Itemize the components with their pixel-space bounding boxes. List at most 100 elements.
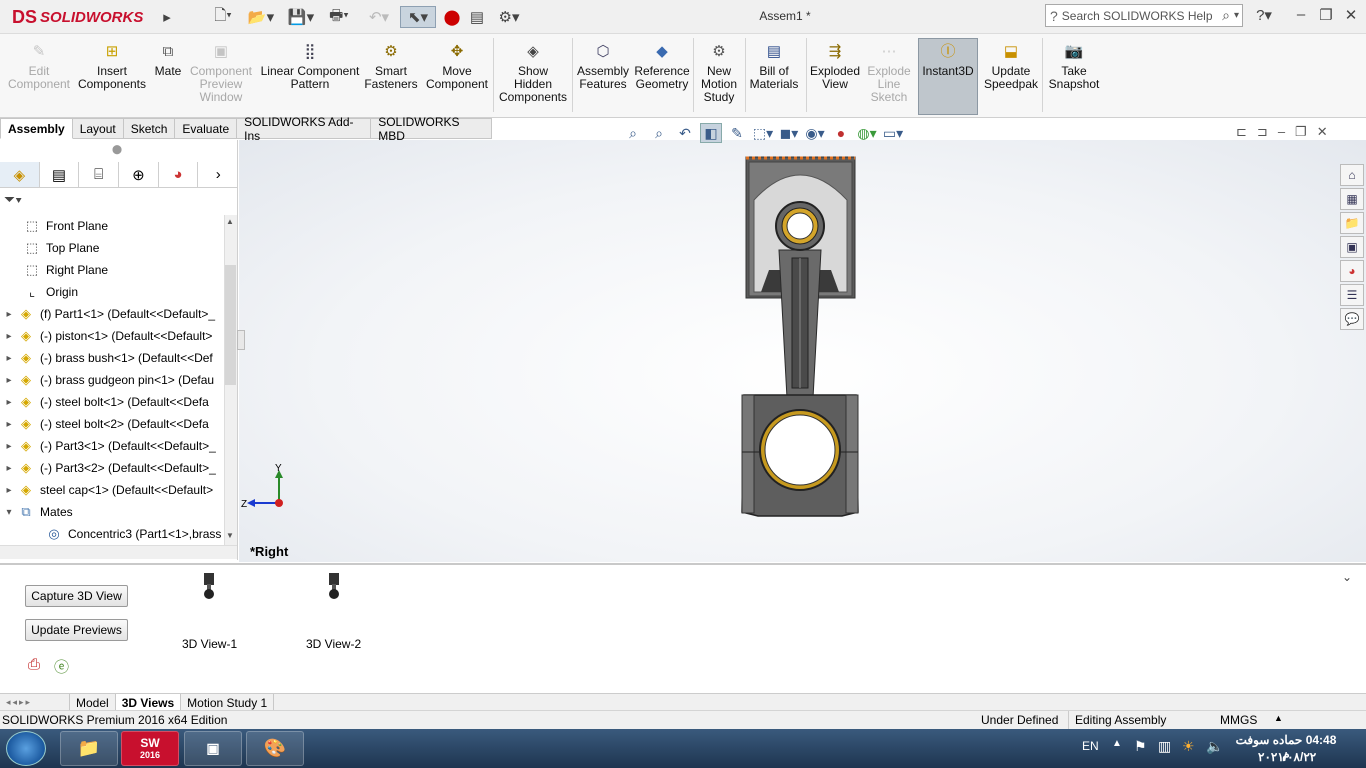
- publish-pdf-icon[interactable]: ⎙: [28, 656, 40, 673]
- 3d-view-1-label[interactable]: 3D View-1: [182, 637, 237, 651]
- tab-scroll-arrows-icon[interactable]: ◂◂▸▸: [0, 694, 70, 711]
- brightness-icon[interactable]: ☀: [1182, 738, 1195, 755]
- restore-button[interactable]: ❐: [1315, 6, 1337, 26]
- select-pointer-icon[interactable]: ⬉▾: [400, 6, 436, 28]
- expand-arrow-icon[interactable]: ▸: [2, 353, 16, 364]
- collapse-panel-icon[interactable]: ⌄: [1342, 570, 1352, 584]
- menu-arrow-icon[interactable]: ▸: [160, 6, 174, 28]
- tab-addins[interactable]: SOLIDWORKS Add-Ins: [237, 115, 372, 143]
- expand-arrow-icon[interactable]: ▸: [2, 485, 16, 496]
- view-settings-icon[interactable]: ▭▾: [882, 123, 904, 143]
- tree-item[interactable]: ▾ ⧉ Mates: [0, 501, 224, 523]
- connecting-rod-part[interactable]: [775, 201, 825, 399]
- tree-item[interactable]: ▸ ◈ (-) brass gudgeon pin<1> (Defau: [0, 369, 224, 391]
- expand-arrow-icon[interactable]: ▸: [2, 463, 16, 474]
- insert-components-button[interactable]: ⊞ Insert Components: [76, 40, 148, 91]
- solidworks-taskbar-icon[interactable]: SW 2016: [121, 731, 179, 766]
- linearcomponent-pattern-button[interactable]: ⣿ Linear Component Pattern: [258, 40, 362, 91]
- expand-arrow-icon[interactable]: ▸: [2, 375, 16, 386]
- zoom-to-fit-icon[interactable]: ⌕: [622, 123, 644, 143]
- expand-arrow-icon[interactable]: ▸: [2, 419, 16, 430]
- help-search-box[interactable]: ? Search SOLIDWORKS Help ⌕ ▾: [1045, 4, 1243, 27]
- tree-item[interactable]: ⬚ Top Plane: [0, 237, 224, 259]
- publish-edrawings-icon[interactable]: ⓔ: [54, 656, 69, 677]
- update-speedpak-button[interactable]: ⬓ Update Speedpak: [982, 40, 1040, 91]
- solidworks-logo[interactable]: DS SOLIDWORKS: [12, 4, 152, 30]
- clock-date[interactable]: ٢٠٢١/٠٨/٢٢: [1258, 750, 1316, 764]
- mate-button[interactable]: ⧉ Mate: [150, 40, 186, 78]
- tab-motion-study-1[interactable]: Motion Study 1: [181, 694, 275, 711]
- scroll-up-icon[interactable]: ▲: [226, 217, 234, 226]
- tree-item[interactable]: ▸ ◈ (-) piston<1> (Default<<Default>: [0, 325, 224, 347]
- explorer-taskbar-icon[interactable]: 📁: [60, 731, 118, 766]
- tree-item[interactable]: ▸ ◈ (-) steel bolt<1> (Default<<Defa: [0, 391, 224, 413]
- tab-sketch[interactable]: Sketch: [123, 118, 176, 139]
- expand-arrow-icon[interactable]: ▾: [2, 507, 16, 518]
- viewport-restore-button[interactable]: ❐: [1295, 124, 1307, 144]
- take-snapshot-button[interactable]: 📷 Take Snapshot: [1046, 40, 1102, 91]
- tree-item[interactable]: ▸ ◈ steel cap<1> (Default<<Default>: [0, 479, 224, 501]
- unit-system-selector[interactable]: MMGS: [1220, 713, 1257, 727]
- tree-item[interactable]: ⬚ Right Plane: [0, 259, 224, 281]
- explode-line-sketch-button[interactable]: ⋯ Explode Line Sketch: [862, 40, 916, 104]
- view-palette-icon[interactable]: ▣: [1340, 236, 1364, 258]
- expand-arrow-icon[interactable]: ▸: [2, 331, 16, 342]
- paint-taskbar-icon[interactable]: 🎨: [246, 731, 304, 766]
- close-button[interactable]: ✕: [1340, 6, 1362, 26]
- windows-start-button[interactable]: [6, 731, 46, 766]
- tree-scroll-thumb[interactable]: [225, 265, 236, 385]
- tree-item[interactable]: ▸ ◈ (-) Part3<1> (Default<<Default>_: [0, 435, 224, 457]
- tab-3d-views[interactable]: 3D Views: [115, 694, 182, 711]
- viewport-minimize-button[interactable]: –: [1278, 124, 1285, 144]
- network-icon[interactable]: ▥: [1158, 738, 1171, 755]
- assembly-features-button[interactable]: ⬡ Assembly Features: [576, 40, 630, 91]
- panel-collapse-handle[interactable]: [237, 330, 245, 350]
- input-language[interactable]: EN: [1082, 739, 1099, 753]
- custom-properties-icon[interactable]: ☰: [1340, 284, 1364, 306]
- capture-3d-view-button[interactable]: Capture 3D View: [25, 585, 128, 607]
- tab-assembly[interactable]: Assembly: [0, 118, 73, 139]
- exploded-view-button[interactable]: ⇶ Exploded View: [808, 40, 862, 91]
- 3d-view-2-label[interactable]: 3D View-2: [306, 637, 361, 651]
- apply-scene-icon[interactable]: ◍▾: [856, 123, 878, 143]
- new-document-icon[interactable]: 🗋▾: [206, 6, 240, 28]
- new-motion-study-button[interactable]: ⚙ New Motion Study: [698, 40, 740, 104]
- open-icon[interactable]: 📂▾: [244, 6, 278, 28]
- tree-horizontal-scrollbar[interactable]: [0, 545, 237, 559]
- tab-mbd[interactable]: SOLIDWORKS MBD: [371, 115, 492, 143]
- expand-arrow-icon[interactable]: ▸: [2, 397, 16, 408]
- show-hidden-components-button[interactable]: ◈ Show Hidden Components: [498, 40, 568, 104]
- search-input[interactable]: Search SOLIDWORKS Help: [1062, 9, 1222, 23]
- display-manager-tab-icon[interactable]: ◕: [159, 162, 199, 187]
- design-library-icon[interactable]: ▦: [1340, 188, 1364, 210]
- expand-arrow-icon[interactable]: ▸: [2, 441, 16, 452]
- tree-filter-icon[interactable]: ⏷▾: [4, 191, 234, 211]
- viewport-close-button[interactable]: ✕: [1317, 124, 1328, 144]
- hide-show-items-icon[interactable]: ◉▾: [804, 123, 826, 143]
- tree-item[interactable]: ▸ ◈ (-) brass bush<1> (Default<<Def: [0, 347, 224, 369]
- help-icon[interactable]: ?▾: [1250, 6, 1278, 26]
- rebuild-icon[interactable]: ⬤: [442, 6, 462, 28]
- configuration-manager-tab-icon[interactable]: ⌸: [79, 162, 120, 187]
- previous-view-icon[interactable]: ↶: [674, 123, 696, 143]
- units-dropdown-icon[interactable]: ▲: [1274, 713, 1283, 723]
- property-manager-tab-icon[interactable]: ▤: [40, 162, 80, 187]
- tab-evaluate[interactable]: Evaluate: [175, 118, 238, 139]
- file-explorer-icon[interactable]: 📁: [1340, 212, 1364, 234]
- appearances-icon[interactable]: ◕: [1340, 260, 1364, 282]
- tray-expand-icon[interactable]: ▲: [1112, 738, 1122, 749]
- smart-fasteners-button[interactable]: ⚙ Smart Fasteners: [364, 40, 418, 91]
- action-center-icon[interactable]: ⚑: [1134, 738, 1147, 755]
- model-render[interactable]: Y Z: [239, 140, 1366, 562]
- tree-item[interactable]: ◎ Concentric3 (Part1<1>,brass: [0, 523, 224, 545]
- section-view-icon[interactable]: ◧: [700, 123, 722, 143]
- search-icon[interactable]: ⌕: [1222, 7, 1230, 24]
- edit-appearance-icon[interactable]: ●: [830, 123, 852, 143]
- component-preview-window-button[interactable]: ▣ Component Preview Window: [188, 40, 254, 104]
- file-properties-icon[interactable]: ▤: [466, 6, 488, 28]
- reference-geometry-button[interactable]: ◆ Reference Geometry: [632, 40, 692, 91]
- instant3d-button[interactable]: Ⓘ Instant3D: [920, 40, 976, 78]
- tab-layout[interactable]: Layout: [72, 118, 124, 139]
- tree-item[interactable]: ⌞ Origin: [0, 281, 224, 303]
- viewport-collapse-icon[interactable]: ⊏: [1236, 124, 1247, 144]
